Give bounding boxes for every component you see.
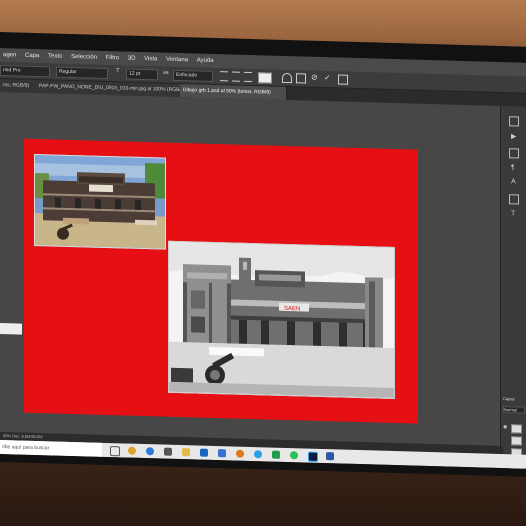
tab-label: PAP-FW_PANO_NONE_DIU_0915_010-min.jpg al… [39,83,183,94]
blend-mode-select[interactable]: Normal [503,406,525,414]
left-tool-strip[interactable] [0,323,22,335]
tab-label: ms, RGB/8) [3,82,30,89]
reference-photo[interactable] [34,153,166,250]
menu-item-texto[interactable]: Texto [48,53,62,59]
western-town-photo [35,154,165,249]
app-icon-green[interactable] [272,450,280,459]
font-family-select[interactable]: ried Pro [0,65,50,78]
menu-item-vista[interactable]: Vista [144,56,157,62]
taskbar-search-input[interactable]: ribe aquí para buscar [0,440,102,457]
eye-icon[interactable]: ◉ [503,424,507,430]
drawing-canvas[interactable]: SAEN [168,240,395,400]
task-view-icon[interactable] [110,446,120,457]
layers-header[interactable]: Capas [503,396,515,401]
photoshop-icon[interactable] [308,451,318,462]
grayscale-drawing: SAEN [169,241,394,399]
saloon-sign-text: SAEN [284,306,300,312]
app-icon-blue[interactable] [326,452,334,461]
character-panel-icon[interactable] [296,73,306,84]
layer-thumb-2[interactable] [511,436,522,446]
align-center-icon[interactable] [232,71,240,82]
menu-item-imagen[interactable]: agen [3,52,16,58]
menu-item-filtro[interactable]: Filtro [106,55,119,61]
paragraph-icon[interactable]: ¶ [511,164,515,171]
play-icon[interactable]: ▶ [511,132,516,140]
store-icon[interactable] [164,447,172,456]
panel-tool-icons: ▶ ¶ A T [501,106,526,217]
canvas-area[interactable]: SAEN [0,92,500,446]
menu-item-3d[interactable]: 3D [128,56,136,62]
menu-item-ayuda[interactable]: Ayuda [197,57,214,63]
firefox-icon[interactable] [236,449,244,458]
menu-item-seleccion[interactable]: Selección [71,54,97,61]
text-icon[interactable]: T [511,210,515,217]
align-right-icon[interactable] [244,71,252,83]
chrome-icon[interactable] [128,446,136,455]
warp-text-icon[interactable] [282,72,292,84]
brush-icon[interactable] [509,194,519,205]
font-style-select[interactable]: Regular [56,66,108,80]
text-color-swatch[interactable] [258,72,272,84]
monitor-screen: agen Capa Texto Selección Filtro 3D Vist… [0,48,526,469]
antialias-icon: aa [163,69,169,76]
skype-icon[interactable] [254,450,262,459]
mail-icon[interactable] [200,448,208,457]
menu-item-ventana[interactable]: Ventana [166,57,188,64]
align-left-icon[interactable] [220,71,228,82]
status-text: 50% Doc: 8,5M/80,0M [3,433,43,440]
commit-icon[interactable]: ✓ [324,73,331,82]
tab-label: Dibujo grb 1.psd al 50% (tonos, RGB/8) [183,87,271,96]
antialias-select[interactable]: Enfocado [173,69,213,82]
store-bag-icon[interactable] [218,449,226,458]
history-icon[interactable] [509,116,519,127]
character-icon[interactable]: A [511,178,516,185]
menu-item-capa[interactable]: Capa [25,53,39,59]
font-size-icon: T [116,68,120,75]
3d-icon[interactable] [338,74,348,85]
cancel-icon[interactable]: ⊘ [311,73,318,82]
file-explorer-icon[interactable] [182,448,190,457]
edge-icon[interactable] [146,447,154,456]
font-size-select[interactable]: 12 pt [126,68,158,81]
swatches-icon[interactable] [509,148,519,159]
whatsapp-icon[interactable] [290,451,298,460]
layer-thumb-1[interactable] [511,424,522,434]
right-panel: ▶ ¶ A T Capas Normal ◉ [500,105,526,469]
tab-document-1[interactable]: ms, RGB/8) [0,79,37,94]
